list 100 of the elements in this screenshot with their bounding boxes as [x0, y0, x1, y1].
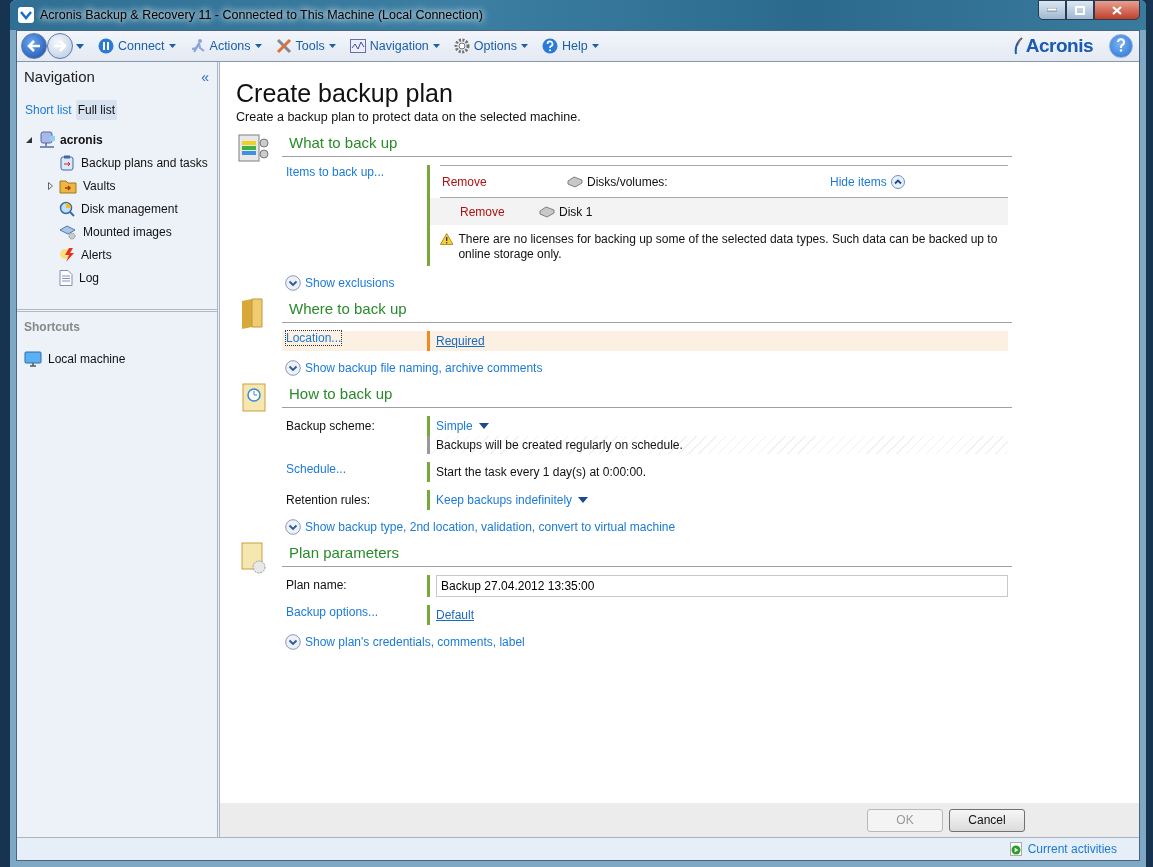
expand-link[interactable]: Show backup type, 2nd location, validation, convert to virtual machine [285, 519, 676, 535]
folder-icon [59, 177, 77, 194]
computer-network-icon [38, 130, 56, 149]
play-icon [1009, 842, 1022, 856]
maximize-button[interactable] [1066, 0, 1094, 20]
field-label: Retention rules: [286, 492, 372, 507]
warning-message: There are no licenses for backing up some of the selected data types. Such data can be backed up to online storage only. [458, 232, 998, 262]
expand-down-icon [285, 275, 301, 291]
tree-item[interactable]: Disk management [79, 201, 178, 216]
menu-button[interactable]: Actions [183, 36, 268, 56]
group-label: Disks/volumes: [587, 174, 668, 189]
clock-icon [240, 382, 268, 414]
document-icon [59, 269, 73, 286]
drive-list-icon [237, 131, 271, 165]
hide-items-link[interactable]: Hide items [830, 174, 905, 189]
close-icon [1112, 5, 1122, 15]
list-tab[interactable]: Full list [75, 100, 118, 120]
expand-link[interactable]: Show exclusions [285, 275, 395, 291]
expand-link[interactable]: Show backup file naming, archive comments [285, 360, 543, 376]
help-button[interactable] [1109, 34, 1133, 58]
help-icon [541, 38, 558, 54]
field-link[interactable]: Items to back up... [286, 165, 385, 179]
expand-down-icon [285, 634, 301, 650]
expand-down-icon [285, 519, 301, 535]
close-button[interactable] [1094, 0, 1140, 20]
settings-icon [453, 38, 470, 54]
menu-button[interactable]: Navigation [343, 36, 446, 56]
running-man-icon [189, 38, 206, 54]
forward-button[interactable] [47, 33, 73, 59]
tree-item[interactable]: Log [77, 270, 100, 285]
field-link[interactable]: Backup options... [286, 605, 379, 619]
tree-item[interactable]: Vaults [81, 178, 116, 193]
tree-item[interactable]: Alerts [79, 247, 112, 262]
minimize-icon [1047, 8, 1057, 12]
menu-button[interactable]: Connect [92, 36, 182, 56]
collapse-up-icon [890, 174, 905, 189]
expanded-arrow-icon[interactable] [26, 136, 32, 143]
minimize-button[interactable] [1038, 0, 1066, 20]
caret-icon [76, 43, 84, 49]
current-activities-link[interactable]: Current activities [1009, 842, 1117, 856]
section-heading: What to back up [282, 131, 1012, 157]
section-heading: How to back up [282, 382, 1012, 408]
menu-button[interactable]: Help [535, 36, 605, 56]
field-link[interactable]: Location... [286, 331, 342, 345]
back-button[interactable] [21, 33, 47, 59]
expand-link[interactable]: Show plan's credentials, comments, label [285, 634, 525, 650]
field-label: Plan name: [286, 577, 348, 592]
window-title: Acronis Backup & Recovery 11 - Connected to This Machine (Local Connection) [40, 8, 484, 22]
clipboard-icon [59, 154, 75, 171]
collapsed-arrow-icon[interactable] [47, 181, 53, 190]
arrow-left-icon [27, 40, 41, 52]
monitor-icon [24, 350, 42, 367]
logo: Acronis [1013, 35, 1093, 57]
tree-item[interactable]: Mounted images [81, 224, 172, 239]
remove-link[interactable]: Remove [442, 174, 487, 189]
caret-icon [591, 44, 599, 48]
drive-gear-icon [59, 223, 77, 240]
value-link[interactable]: Default [436, 608, 475, 622]
caret-icon [328, 44, 336, 48]
remove-link[interactable]: Remove [460, 204, 505, 219]
document-gear-icon [239, 541, 269, 575]
question-icon [1116, 37, 1126, 52]
pane-title: Navigation [24, 68, 95, 85]
swoosh-icon [1013, 37, 1024, 55]
page-title: Create backup plan [236, 78, 454, 108]
menu-button[interactable]: Options [447, 36, 534, 56]
section-title: Shortcuts [24, 320, 81, 334]
page-subtitle: Create a backup plan to protect data on the selected machine. [236, 110, 582, 124]
menu-button[interactable]: Tools [269, 36, 342, 56]
list-tab[interactable]: Short list [23, 100, 74, 120]
tree-item[interactable]: acronis [60, 132, 103, 147]
item-label: Disk 1 [559, 204, 593, 219]
value-text: Start the task every 1 day(s) at 0:00:00. [436, 465, 647, 479]
app-logo-icon [18, 7, 34, 23]
field-link[interactable]: Schedule... [286, 462, 347, 476]
warning-icon [440, 232, 454, 246]
section-heading: Where to back up [282, 297, 1012, 323]
maximize-icon [1075, 5, 1085, 15]
caret-icon [254, 44, 262, 48]
arrow-right-icon [53, 40, 67, 52]
tree-item[interactable]: Backup plans and tasks [79, 155, 208, 170]
plan-name-field[interactable]: Backup 27.04.2012 13:35:00 [436, 575, 1008, 597]
collapse-button[interactable]: « [201, 68, 209, 85]
shortcut-item[interactable]: Local machine [46, 351, 126, 366]
chart-icon [349, 38, 366, 54]
dialog-button[interactable]: Cancel [949, 808, 1025, 832]
scheme-description: Backups will be created regularly on schedule. [427, 436, 1008, 454]
magnifier-icon [59, 200, 75, 217]
value-link[interactable]: Required [436, 334, 485, 348]
section-heading: Plan parameters [282, 541, 1012, 567]
caret-icon [578, 497, 589, 503]
dropdown[interactable]: Simple [436, 419, 489, 433]
expand-down-icon [285, 360, 301, 376]
dropdown[interactable]: Keep backups indefinitely [436, 493, 589, 507]
tools-icon [275, 38, 292, 54]
caret-icon [478, 423, 489, 429]
lightning-icon [59, 246, 75, 263]
field-label: Backup scheme: [286, 418, 376, 433]
caret-icon [520, 44, 528, 48]
caret-icon [168, 44, 176, 48]
